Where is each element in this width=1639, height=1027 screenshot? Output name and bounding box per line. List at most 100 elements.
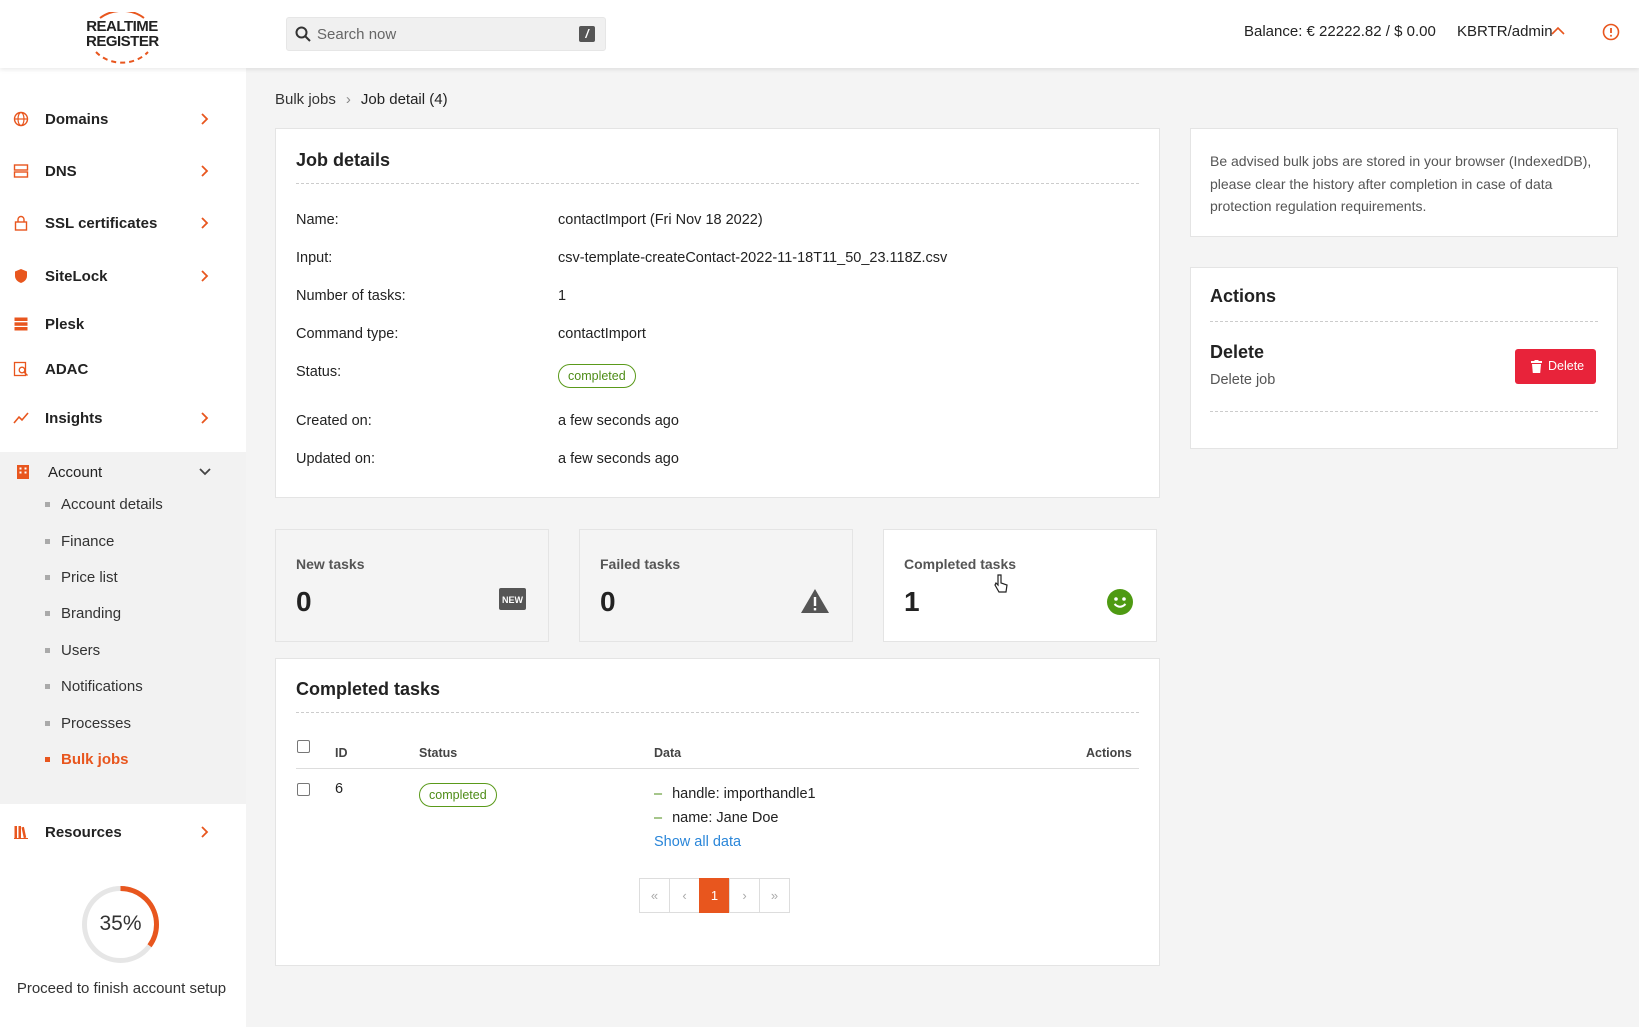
- mouse-cursor-icon: [994, 574, 1008, 593]
- chevron-up-icon[interactable]: [1551, 26, 1565, 36]
- sidebar-sub-label: Bulk jobs: [61, 751, 129, 768]
- job-value-input: csv-template-createContact-2022-11-18T11…: [558, 250, 948, 266]
- sidebar-item-resources[interactable]: Resources: [0, 812, 246, 852]
- chevron-right-icon: [201, 270, 209, 282]
- logo-text-line1: REALTIME: [86, 18, 158, 35]
- sidebar-item-sitelock[interactable]: SiteLock: [0, 256, 246, 296]
- actions-title: Actions: [1210, 286, 1277, 306]
- job-label-command: Command type:: [296, 326, 399, 342]
- stat-value: 0: [600, 586, 616, 617]
- job-value-name: contactImport (Fri Nov 18 2022): [558, 212, 763, 228]
- status-badge: completed: [558, 364, 636, 388]
- sidebar-sub-label: Branding: [61, 605, 122, 622]
- table-header-divider: [296, 768, 1139, 769]
- stat-value: 1: [904, 586, 920, 617]
- search-input[interactable]: [317, 18, 567, 50]
- sidebar-item-label: Account: [48, 464, 103, 481]
- job-label-tasks: Number of tasks:: [296, 288, 406, 304]
- sidebar-item-dns[interactable]: DNS: [0, 151, 246, 191]
- show-all-data-link[interactable]: Show all data: [654, 834, 741, 850]
- dash-bullet-icon: –: [654, 786, 663, 802]
- search-shortcut-key: /: [579, 26, 595, 42]
- info-icon[interactable]: [1602, 23, 1620, 41]
- sidebar-sub-label: Price list: [61, 569, 118, 586]
- sidebar-item-domains[interactable]: Domains: [0, 99, 246, 139]
- job-details-card: Job details Name: contactImport (Fri Nov…: [275, 128, 1160, 498]
- data-entry: – name: Jane Doe: [654, 810, 778, 826]
- job-label-input: Input:: [296, 250, 333, 266]
- divider: [1210, 321, 1598, 322]
- breadcrumb-separator-icon: ›: [345, 91, 351, 108]
- status-badge: completed: [419, 783, 497, 807]
- chevron-right-icon: [201, 217, 209, 229]
- stat-label: New tasks: [296, 556, 365, 572]
- search-box[interactable]: /: [286, 17, 606, 51]
- sidebar-item-insights[interactable]: Insights: [0, 398, 246, 438]
- user-menu[interactable]: KBRTR/admin: [1457, 23, 1553, 40]
- sidebar-sub-label: Account details: [61, 496, 163, 513]
- job-status-badge-wrap: completed: [558, 364, 636, 388]
- stack-icon: [14, 317, 28, 331]
- stat-card-failed: Failed tasks 0: [579, 529, 853, 642]
- trend-icon: [13, 412, 29, 424]
- globe-icon: [13, 111, 29, 127]
- top-bar: REALTIME REGISTER / Balance: € 22222.82 …: [0, 0, 1639, 68]
- stat-value: 0: [296, 586, 312, 617]
- job-label-name: Name:: [296, 212, 339, 228]
- sidebar-sub-label: Notifications: [61, 678, 143, 695]
- sidebar-item-plesk[interactable]: Plesk: [0, 304, 246, 344]
- sidebar-item-label: SiteLock: [45, 268, 108, 285]
- sidebar-sub-label: Processes: [61, 715, 132, 732]
- job-value-command: contactImport: [558, 326, 646, 342]
- sidebar-sub-label: Users: [61, 642, 101, 659]
- row-checkbox[interactable]: [297, 783, 310, 796]
- breadcrumb-parent[interactable]: Bulk jobs: [275, 91, 336, 108]
- chevron-right-icon: [201, 826, 209, 838]
- delete-button[interactable]: Delete: [1515, 349, 1596, 384]
- data-entry-text: handle: importhandle1: [672, 786, 816, 802]
- sidebar-item-label: Insights: [45, 410, 103, 427]
- chevron-right-icon: [201, 113, 209, 125]
- brand-logo[interactable]: REALTIME REGISTER: [86, 12, 159, 64]
- sidebar-item-label: Plesk: [45, 316, 85, 333]
- last-page-button[interactable]: »: [759, 878, 790, 913]
- first-page-button[interactable]: «: [639, 878, 670, 913]
- smiley-icon: [1107, 589, 1133, 615]
- trash-icon: [1531, 360, 1542, 373]
- data-entry-text: name: Jane Doe: [672, 810, 779, 826]
- server-icon: [13, 164, 29, 178]
- setup-progress-percent: 35%: [99, 912, 142, 935]
- balance-display: Balance: € 22222.82 / $ 0.00: [1244, 23, 1436, 40]
- column-header-id[interactable]: ID: [335, 746, 348, 760]
- pagination: « ‹ 1 › »: [639, 878, 790, 913]
- svg-text:NEW: NEW: [502, 595, 524, 605]
- page-button[interactable]: 1: [699, 878, 730, 913]
- delete-heading: Delete: [1210, 342, 1265, 362]
- sidebar-item-ssl[interactable]: SSL certificates: [0, 203, 246, 243]
- next-page-button[interactable]: ›: [729, 878, 760, 913]
- stat-label: Failed tasks: [600, 556, 681, 572]
- row-status: completed: [419, 783, 497, 807]
- divider: [1210, 411, 1598, 412]
- stat-card-new: New tasks 0 NEW: [275, 529, 549, 642]
- stat-label: Completed tasks: [904, 556, 1017, 572]
- sidebar-item-label: DNS: [45, 163, 77, 180]
- sidebar-item-account[interactable]: Account: [0, 452, 246, 492]
- job-value-created: a few seconds ago: [558, 413, 679, 429]
- notice-card: Be advised bulk jobs are stored in your …: [1190, 128, 1618, 237]
- setup-prompt[interactable]: Proceed to finish account setup: [0, 980, 243, 997]
- completed-tasks-title: Completed tasks: [296, 679, 441, 699]
- chevron-right-icon: [201, 412, 209, 424]
- completed-tasks-card: Completed tasks ID Status Data Actions 6…: [275, 658, 1160, 966]
- sidebar-item-adac[interactable]: ADAC: [0, 349, 246, 389]
- select-all-checkbox[interactable]: [297, 740, 310, 753]
- breadcrumb: Bulk jobs › Job detail (4): [275, 91, 448, 108]
- divider: [296, 712, 1139, 713]
- delete-button-label: Delete: [1548, 359, 1585, 373]
- column-header-status[interactable]: Status: [419, 746, 457, 760]
- job-details-title: Job details: [296, 150, 391, 170]
- chevron-down-icon: [199, 468, 211, 476]
- prev-page-button[interactable]: ‹: [669, 878, 700, 913]
- divider: [296, 183, 1139, 184]
- search-icon: [295, 26, 311, 42]
